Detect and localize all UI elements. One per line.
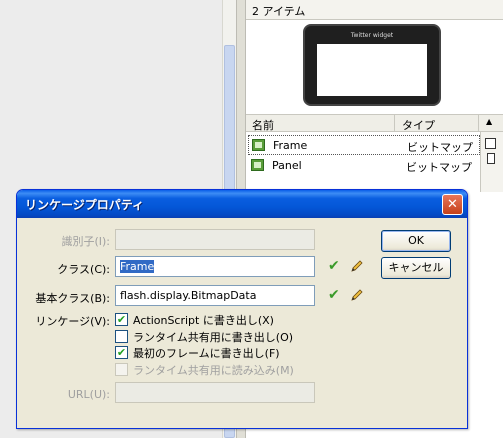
checkbox-disabled bbox=[115, 363, 128, 376]
validate-check-icon[interactable]: ✔ bbox=[328, 287, 340, 303]
bitmap-icon bbox=[252, 139, 265, 151]
column-type[interactable]: タイプ bbox=[402, 117, 435, 133]
checkbox-checked[interactable]: ✔ bbox=[115, 346, 128, 359]
sort-icon[interactable]: ▲ bbox=[486, 117, 492, 126]
url-field bbox=[115, 382, 315, 403]
checkbox-checked[interactable]: ✔ bbox=[115, 313, 128, 326]
library-column-header: 名前 タイプ ▲ bbox=[246, 114, 503, 132]
item-count: 2 アイテム bbox=[246, 0, 503, 20]
linkage-properties-dialog: リンケージプロパティ ✕ 識別子(I): クラス(C): Frame ✔ 基本ク… bbox=[16, 189, 468, 429]
dialog-body: 識別子(I): クラス(C): Frame ✔ 基本クラス(B): flash.… bbox=[20, 218, 464, 426]
item-type: ビットマップ bbox=[406, 161, 472, 174]
symbol-preview: Twitter widget bbox=[303, 24, 441, 106]
item-name: Panel bbox=[272, 159, 302, 172]
ok-button[interactable]: OK bbox=[381, 230, 451, 252]
class-label: クラス(C): bbox=[57, 263, 110, 276]
library-item-panel[interactable]: Panel ビットマップ bbox=[248, 156, 480, 176]
identifier-field bbox=[115, 229, 315, 250]
class-field[interactable]: Frame bbox=[115, 256, 315, 277]
item-name: Frame bbox=[273, 139, 308, 152]
class-value: Frame bbox=[120, 260, 155, 273]
identifier-label: 識別子(I): bbox=[61, 235, 110, 248]
narrow-icon[interactable] bbox=[487, 153, 495, 164]
column-separator[interactable] bbox=[478, 115, 479, 131]
dialog-titlebar[interactable]: リンケージプロパティ ✕ bbox=[17, 190, 467, 218]
library-item-frame[interactable]: Frame ビットマップ bbox=[248, 135, 480, 155]
dialog-title: リンケージプロパティ bbox=[25, 198, 145, 212]
bitmap-icon bbox=[251, 159, 264, 171]
linkage-label: リンケージ(V): bbox=[35, 315, 110, 328]
close-button[interactable]: ✕ bbox=[442, 194, 463, 215]
checkbox-label[interactable]: ActionScript に書き出し(X) bbox=[133, 312, 274, 328]
checkbox-label[interactable]: ランタイム共有用に書き出し(O) bbox=[133, 329, 293, 345]
column-name[interactable]: 名前 bbox=[252, 117, 274, 133]
close-icon: ✕ bbox=[447, 197, 458, 212]
edit-pencil-icon[interactable] bbox=[350, 259, 364, 273]
validate-check-icon[interactable]: ✔ bbox=[328, 258, 340, 274]
checkbox-unchecked[interactable] bbox=[115, 330, 128, 343]
base-class-label: 基本クラス(B): bbox=[35, 292, 110, 305]
library-side-bar bbox=[480, 132, 503, 192]
preview-canvas bbox=[317, 44, 427, 96]
item-type: ビットマップ bbox=[407, 141, 473, 154]
cancel-button[interactable]: キャンセル bbox=[381, 257, 451, 279]
preview-title: Twitter widget bbox=[350, 32, 394, 39]
column-separator[interactable] bbox=[394, 115, 395, 131]
checkbox-label[interactable]: 最初のフレームに書き出し(F) bbox=[133, 345, 280, 361]
checkbox-label: ランタイム共有用に読み込み(M) bbox=[133, 364, 294, 377]
edit-pencil-icon[interactable] bbox=[350, 288, 364, 302]
url-label: URL(U): bbox=[67, 388, 110, 401]
expand-icon[interactable] bbox=[485, 138, 496, 149]
base-class-field[interactable]: flash.display.BitmapData bbox=[115, 285, 315, 306]
